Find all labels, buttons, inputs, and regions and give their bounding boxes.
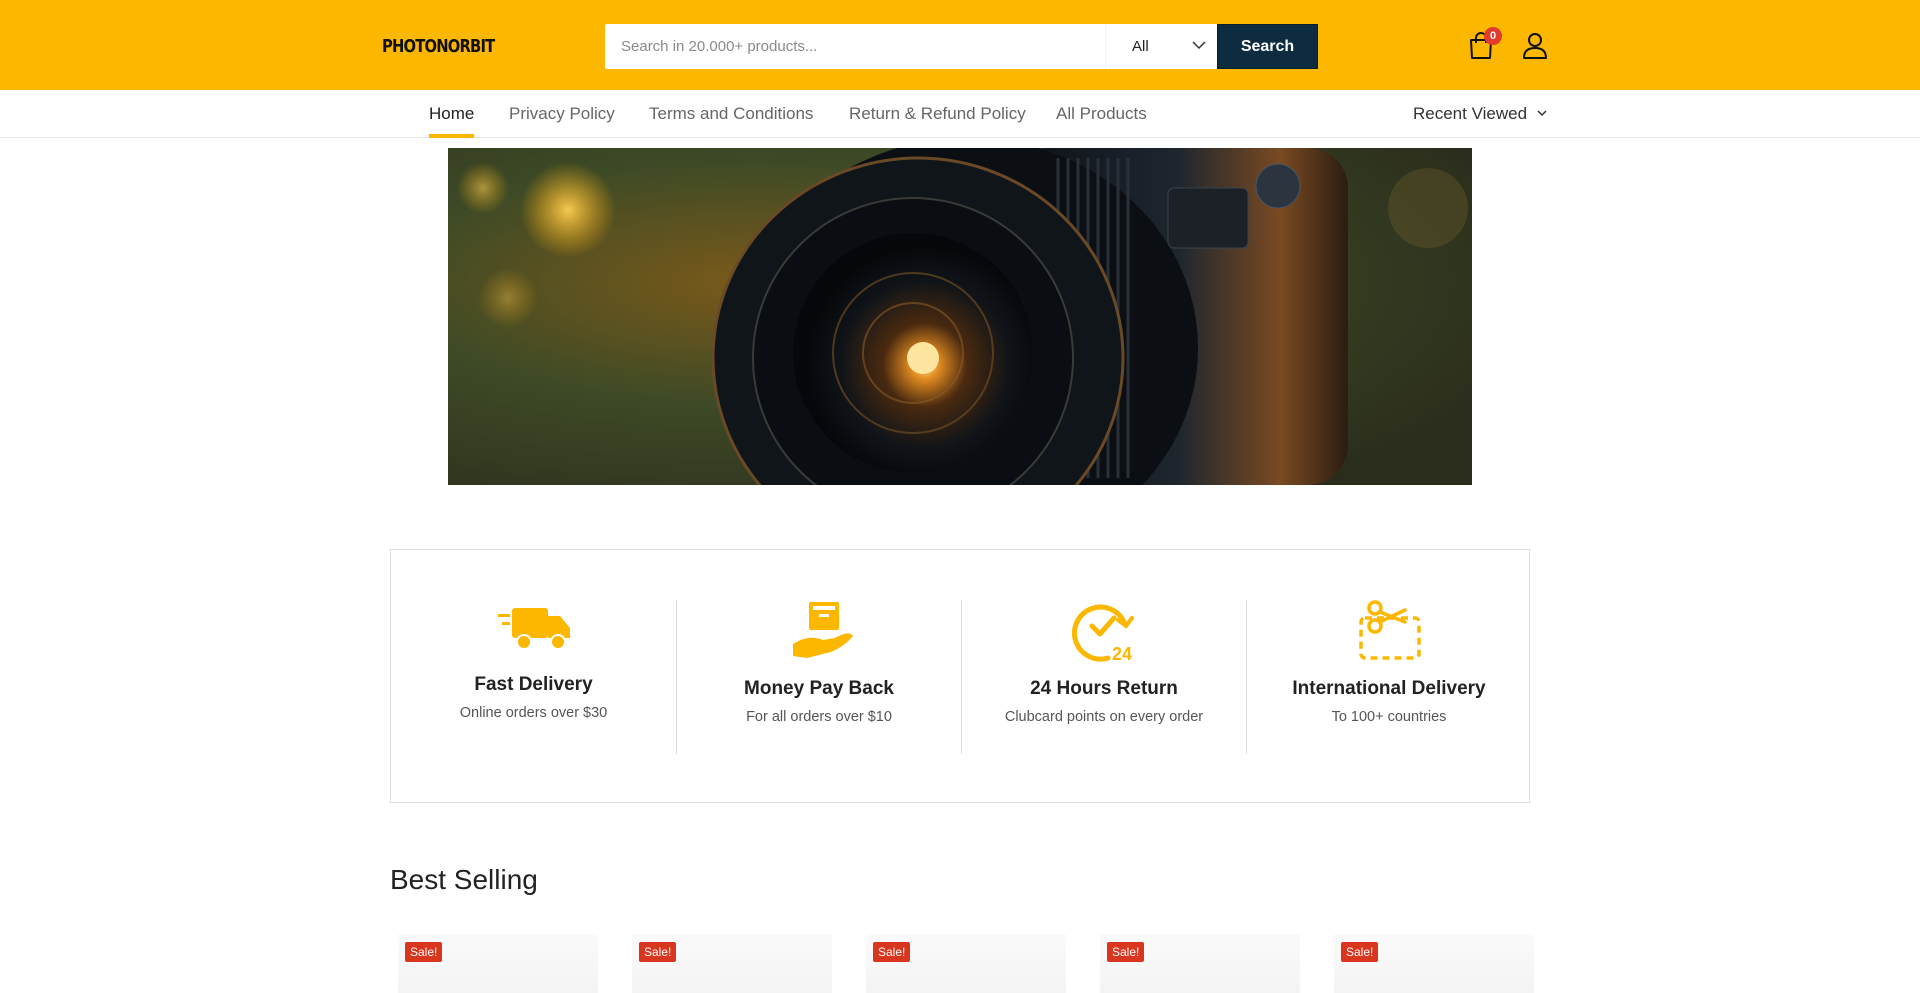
- money-back-icon: [793, 602, 853, 658]
- search-button[interactable]: Search: [1217, 24, 1318, 69]
- feature-desc: For all orders over $10: [746, 709, 892, 725]
- sale-badge: Sale!: [873, 942, 911, 962]
- feature-desc: Online orders over $30: [459, 705, 608, 721]
- clock-24-icon: 24: [1072, 604, 1134, 664]
- category-selected-value: All: [1132, 38, 1149, 55]
- feature-fast-delivery: Fast Delivery Online orders over $30: [391, 600, 676, 754]
- feature-desc: Clubcard points on every order: [1004, 709, 1204, 725]
- chevron-down-icon: [1192, 41, 1206, 50]
- site-logo[interactable]: PHOTONORBIT: [382, 36, 495, 57]
- feature-title: 24 Hours Return: [1030, 678, 1178, 699]
- hero-banner-camera-lens-image[interactable]: [448, 148, 1472, 485]
- feature-money-pay-back: Money Pay Back For all orders over $10: [676, 600, 961, 754]
- nav-item-all-products[interactable]: All Products: [1056, 104, 1147, 124]
- svg-text:24: 24: [1112, 644, 1132, 664]
- sale-badge: Sale!: [1341, 942, 1379, 962]
- sale-badge: Sale!: [639, 942, 677, 962]
- nav-item-home[interactable]: Home: [429, 104, 474, 124]
- features-panel: Fast Delivery Online orders over $30 Mon…: [390, 549, 1530, 803]
- nav-item-privacy-policy[interactable]: Privacy Policy: [509, 104, 615, 124]
- section-title-best-selling: Best Selling: [390, 864, 538, 895]
- feature-desc: To 100+ countries: [1331, 709, 1447, 725]
- search-input[interactable]: [605, 24, 1105, 69]
- chevron-down-icon: [1537, 110, 1547, 117]
- truck-icon: [497, 608, 570, 650]
- sale-badge: Sale!: [405, 942, 443, 962]
- feature-title: Money Pay Back: [744, 678, 894, 699]
- user-icon[interactable]: [1522, 32, 1548, 60]
- active-tab-indicator: [429, 134, 474, 138]
- recent-viewed-dropdown[interactable]: Recent Viewed: [1413, 104, 1527, 124]
- feature-title: International Delivery: [1292, 678, 1486, 699]
- feature-international-delivery: International Delivery To 100+ countries: [1246, 600, 1531, 754]
- nav-item-terms-and-conditions[interactable]: Terms and Conditions: [649, 104, 813, 124]
- top-header: PHOTONORBIT All Search 0: [0, 0, 1920, 90]
- sale-badge: Sale!: [1107, 942, 1145, 962]
- coupon-scissors-icon: [1359, 600, 1421, 660]
- nav-item-return-refund-policy[interactable]: Return & Refund Policy: [849, 104, 1026, 124]
- category-select[interactable]: All: [1105, 24, 1217, 69]
- cart-count-badge: 0: [1484, 27, 1502, 45]
- main-nav: Home Privacy Policy Terms and Conditions…: [0, 90, 1920, 138]
- search-bar: All Search: [605, 24, 1318, 69]
- feature-title: Fast Delivery: [474, 674, 593, 695]
- feature-24-hours-return: 24 24 Hours Return Clubcard points on ev…: [961, 600, 1246, 754]
